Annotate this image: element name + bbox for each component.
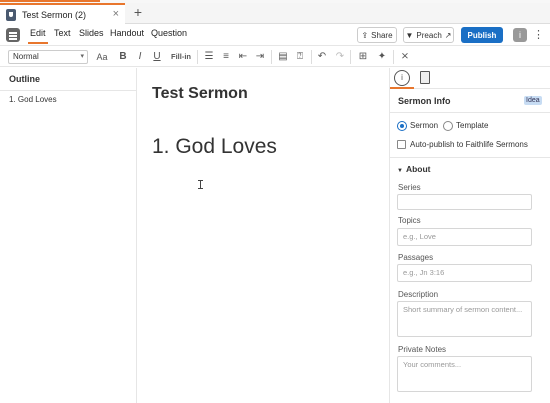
radio-sermon[interactable] xyxy=(397,121,407,131)
share-button[interactable]: ⇪ Share xyxy=(357,27,397,43)
radio-template[interactable] xyxy=(443,121,453,131)
redo-icon[interactable]: ↷ xyxy=(334,50,346,64)
toolbar-divider xyxy=(311,50,312,64)
toolbar-divider xyxy=(271,50,272,64)
toolbar-divider xyxy=(350,50,351,64)
menu-bar: Edit Text Slides Handout Question ⇪ Shar… xyxy=(0,24,550,46)
topics-label: Topics xyxy=(398,216,421,225)
about-label: About xyxy=(405,164,431,174)
paragraph-style-select[interactable]: Normal ▾ xyxy=(8,50,88,64)
preach-icon: ▼ xyxy=(405,30,414,40)
passages-field[interactable]: e.g., Jn 3:16 xyxy=(397,264,532,282)
radio-template-label[interactable]: Template xyxy=(456,121,488,131)
italic-button[interactable]: I xyxy=(134,50,146,64)
notes-tab-icon[interactable] xyxy=(420,71,430,84)
radio-sermon-label[interactable]: Sermon xyxy=(410,121,438,131)
outline-item[interactable]: 1. God Loves xyxy=(9,95,57,104)
tab-close-button[interactable]: × xyxy=(113,8,119,20)
about-section-header[interactable]: ▼ About xyxy=(397,164,431,174)
fill-in-button[interactable]: Fill-in xyxy=(170,50,192,64)
description-label: Description xyxy=(398,290,439,299)
auto-publish-label[interactable]: Auto-publish to Faithlife Sermons xyxy=(410,140,528,149)
chevron-down-icon: ▾ xyxy=(80,53,84,60)
sidebar-divider xyxy=(390,157,550,158)
preach-button[interactable]: ▼ Preach ↗ xyxy=(403,27,454,43)
info-tab-icon[interactable]: i xyxy=(394,70,410,86)
share-label: Share xyxy=(371,30,393,40)
share-icon: ⇪ xyxy=(361,30,369,40)
menu-handout[interactable]: Handout xyxy=(110,28,144,38)
format-toolbar: Normal ▾ Aa B I U Fill-in ☰ ≡ ⇤ ⇥ ▤ ⍰ ↶ … xyxy=(0,47,550,67)
preach-label: Preach xyxy=(416,30,442,40)
publish-button[interactable]: Publish xyxy=(461,27,503,43)
undo-icon[interactable]: ↶ xyxy=(316,50,328,64)
private-notes-field[interactable]: Your comments... xyxy=(397,356,532,392)
tab-document[interactable]: Test Sermon (2) × xyxy=(0,3,125,24)
series-label: Series xyxy=(398,183,421,192)
bold-button[interactable]: B xyxy=(117,50,129,64)
series-field[interactable] xyxy=(397,194,532,210)
external-link-icon: ↗ xyxy=(444,30,452,40)
description-field[interactable]: Short summary of sermon content... xyxy=(397,301,532,337)
indent-icon[interactable]: ⇥ xyxy=(254,50,266,64)
numbered-list-icon[interactable]: ≡ xyxy=(220,50,232,64)
active-tab-indicator xyxy=(390,87,414,89)
outdent-icon[interactable]: ⇤ xyxy=(237,50,249,64)
menu-question[interactable]: Question xyxy=(151,28,187,38)
menu-slides[interactable]: Slides xyxy=(79,28,104,38)
top-accent-line xyxy=(0,0,100,2)
topics-field[interactable]: e.g., Love xyxy=(397,228,532,246)
question-box-icon[interactable]: ⍰ xyxy=(294,50,306,64)
outline-divider xyxy=(0,90,137,91)
private-notes-label: Private Notes xyxy=(398,345,447,354)
toolbar-divider xyxy=(393,50,394,64)
passages-label: Passages xyxy=(398,253,434,262)
menu-edit[interactable]: Edit xyxy=(28,28,47,44)
outline-panel: Outline 1. God Loves xyxy=(0,68,137,403)
outline-title: Outline xyxy=(9,74,40,84)
idea-badge[interactable]: Idea xyxy=(524,96,542,105)
sidebar-divider xyxy=(390,112,550,113)
sermon-doc-icon xyxy=(6,8,16,21)
toolbar-divider xyxy=(197,50,198,64)
add-slide-icon[interactable]: ⊞ xyxy=(356,50,370,64)
slide-magic-icon[interactable]: ✦ xyxy=(376,50,388,64)
auto-publish-checkbox[interactable] xyxy=(397,140,406,149)
bullet-list-icon[interactable]: ☰ xyxy=(203,50,215,64)
tab-title: Test Sermon (2) xyxy=(22,9,87,20)
font-size-icon[interactable]: Aa xyxy=(93,50,111,64)
text-cursor-icon xyxy=(198,180,203,189)
caret-down-icon: ▼ xyxy=(397,168,403,174)
menu-text[interactable]: Text xyxy=(54,28,71,38)
more-options-icon[interactable]: ⋮ xyxy=(533,28,544,42)
editor-area[interactable]: Test Sermon 1. God Loves xyxy=(137,68,389,403)
sidebar-title: Sermon Info xyxy=(398,96,451,106)
tab-bar: Test Sermon (2) × + xyxy=(0,3,550,24)
clear-formatting-icon[interactable]: ⨯ xyxy=(399,50,411,64)
sidebar-tabs: i xyxy=(390,68,550,89)
new-tab-button[interactable]: + xyxy=(131,4,145,20)
underline-button[interactable]: U xyxy=(151,50,163,64)
info-icon[interactable]: i xyxy=(513,28,527,42)
document-heading[interactable]: 1. God Loves xyxy=(152,135,277,159)
page-icon[interactable]: ▤ xyxy=(277,50,289,64)
document-title[interactable]: Test Sermon xyxy=(152,85,248,103)
paragraph-style-value: Normal xyxy=(13,52,39,61)
sermon-info-sidebar: i Sermon Info Idea Sermon Template Auto-… xyxy=(389,68,550,403)
hamburger-menu-icon[interactable] xyxy=(6,28,20,42)
